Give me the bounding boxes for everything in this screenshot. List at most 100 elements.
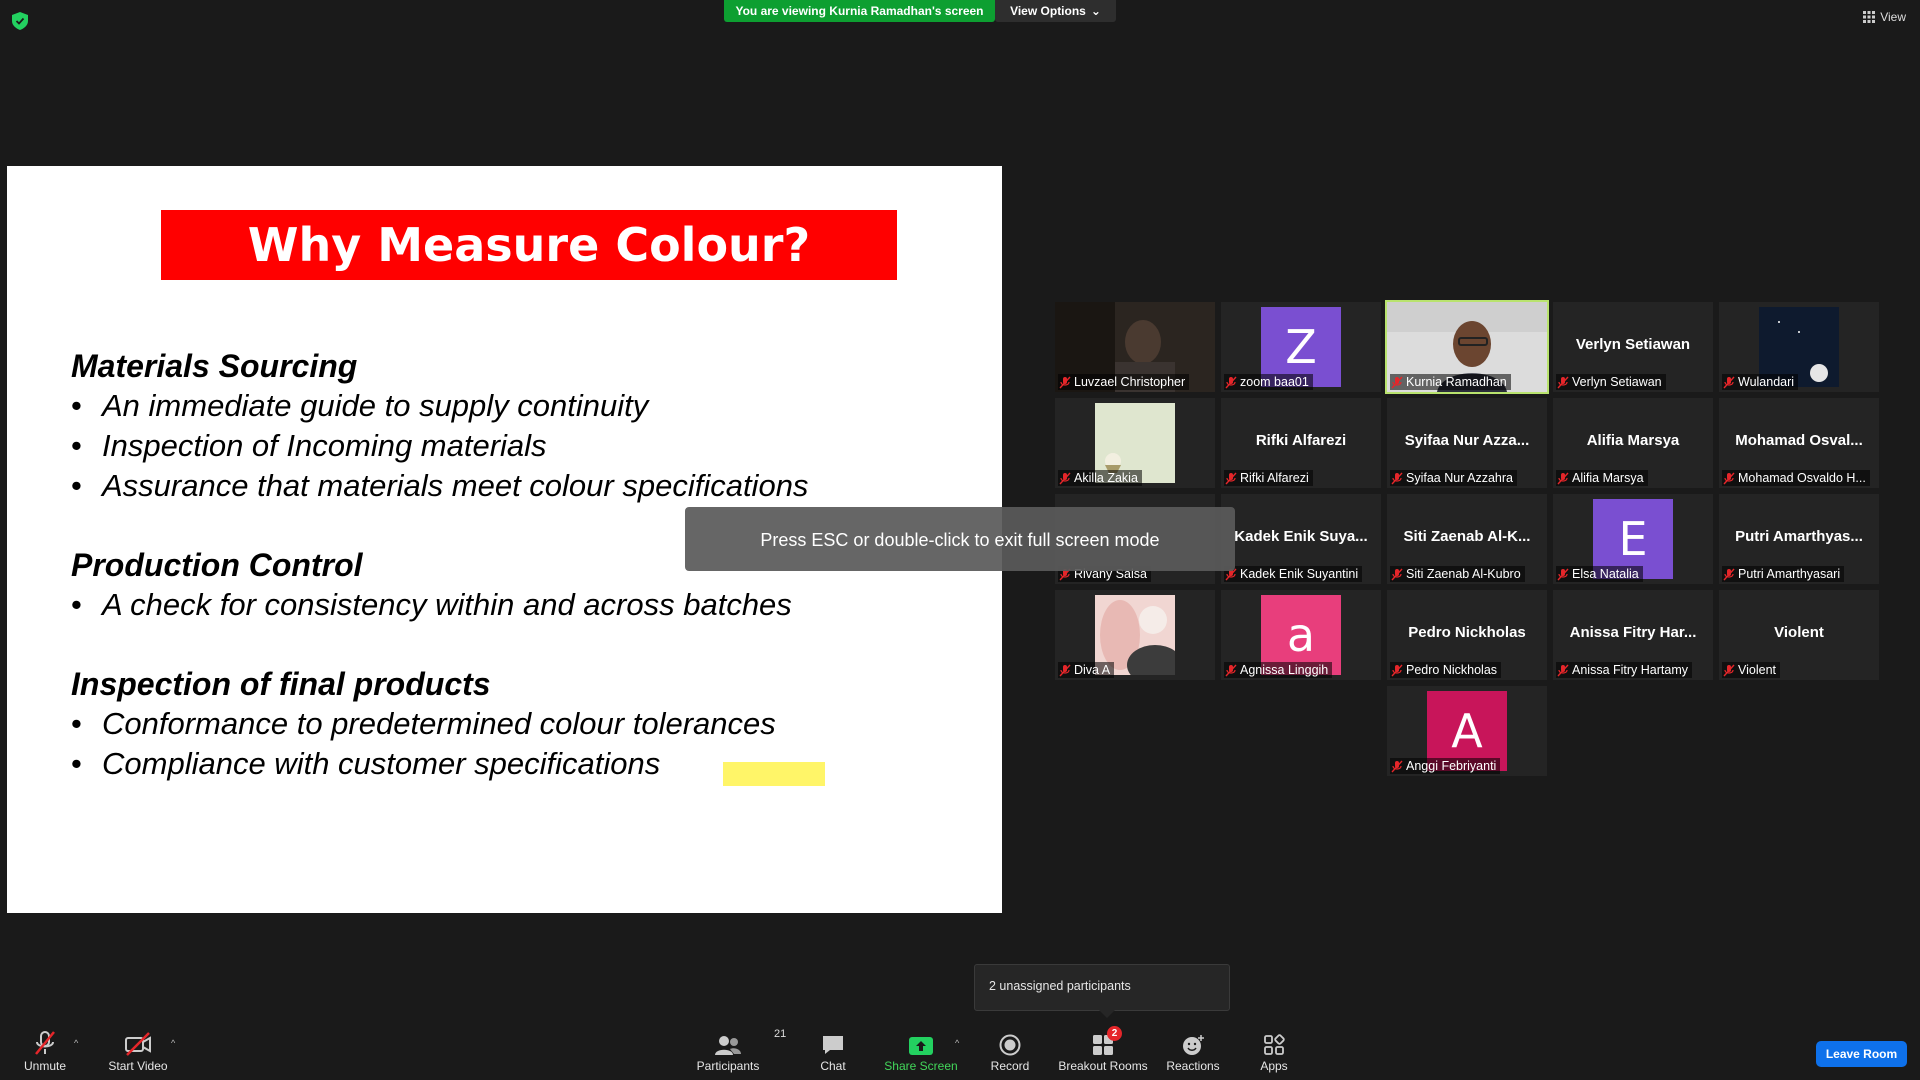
participant-name-label: Anggi Febriyanti bbox=[1390, 758, 1501, 774]
participant-tile[interactable]: Verlyn Setiawan Verlyn Setiawan bbox=[1553, 302, 1713, 392]
apps-label: Apps bbox=[1260, 1059, 1288, 1073]
share-options-caret-icon[interactable]: ^ bbox=[955, 1038, 959, 1048]
participant-tile[interactable]: Wulandari bbox=[1719, 302, 1879, 392]
apps-icon bbox=[1264, 1034, 1285, 1055]
start-video-label: Start Video bbox=[108, 1059, 168, 1073]
unmute-button[interactable]: Unmute bbox=[0, 1030, 90, 1073]
participant-name-label: zoom baa01 bbox=[1224, 374, 1313, 390]
mic-muted-icon bbox=[1391, 760, 1403, 772]
view-options-button[interactable]: View Options ⌄ bbox=[995, 0, 1116, 22]
breakout-rooms-label: Breakout Rooms bbox=[1058, 1059, 1148, 1073]
reactions-label: Reactions bbox=[1166, 1059, 1220, 1073]
participant-name: Luvzael Christopher bbox=[1074, 375, 1186, 389]
participant-tile[interactable]: A Anggi Febriyanti bbox=[1387, 686, 1547, 776]
mic-muted-icon bbox=[1557, 376, 1569, 388]
participant-tile[interactable]: E Elsa Natalia bbox=[1553, 494, 1713, 584]
participant-display-name: Putri Amarthyas... bbox=[1735, 528, 1863, 545]
bullet-item: Assurance that materials meet colour spe… bbox=[71, 466, 971, 506]
participant-name-label: Violent bbox=[1722, 662, 1780, 678]
encryption-shield-icon[interactable] bbox=[12, 12, 28, 30]
participant-tile[interactable]: Anissa Fitry Har... Anissa Fitry Hartamy bbox=[1553, 590, 1713, 680]
bullet-item: Inspection of Incoming materials bbox=[71, 426, 971, 466]
participant-display-name: Verlyn Setiawan bbox=[1575, 336, 1691, 353]
mic-muted-icon bbox=[1391, 664, 1403, 676]
participant-name: Agnissa Linggih bbox=[1240, 663, 1329, 677]
participant-name-label: Akilla Zakia bbox=[1058, 470, 1142, 486]
participant-tile[interactable]: Kadek Enik Suya... Kadek Enik Suyantini bbox=[1221, 494, 1381, 584]
participant-name: Akilla Zakia bbox=[1074, 471, 1138, 485]
participant-display-name: Syifaa Nur Azza... bbox=[1404, 432, 1530, 449]
bullet-item: Compliance with customer specifications bbox=[71, 744, 971, 784]
participant-display-name: Rifki Alfarezi bbox=[1255, 432, 1347, 449]
participant-name: Rifki Alfarezi bbox=[1240, 471, 1309, 485]
participant-display-name: Pedro Nickholas bbox=[1408, 624, 1526, 641]
participant-name: zoom baa01 bbox=[1240, 375, 1309, 389]
apps-button[interactable]: Apps bbox=[1229, 1030, 1319, 1073]
view-button[interactable]: View bbox=[1863, 10, 1906, 24]
breakout-rooms-button[interactable]: 2 Breakout Rooms bbox=[1058, 1026, 1148, 1073]
participant-tile[interactable]: Pedro Nickholas Pedro Nickholas bbox=[1387, 590, 1547, 680]
participant-tile[interactable]: Diva A bbox=[1055, 590, 1215, 680]
participant-tile[interactable]: Akilla Zakia bbox=[1055, 398, 1215, 488]
participant-name: Wulandari bbox=[1738, 375, 1795, 389]
participants-icon bbox=[715, 1036, 741, 1055]
participant-name: Anissa Fitry Hartamy bbox=[1572, 663, 1688, 677]
participant-name-label: Siti Zaenab Al-Kubro bbox=[1390, 566, 1525, 582]
mic-muted-icon bbox=[35, 1031, 55, 1055]
participant-tile[interactable]: Syifaa Nur Azza... Syifaa Nur Azzahra bbox=[1387, 398, 1547, 488]
breakout-badge: 2 bbox=[1107, 1026, 1122, 1041]
mic-muted-icon bbox=[1225, 472, 1237, 484]
mic-muted-icon bbox=[1557, 664, 1569, 676]
slide-title: Why Measure Colour? bbox=[161, 210, 897, 280]
mic-muted-icon bbox=[1391, 568, 1403, 580]
participant-tile[interactable]: Zzoom baa01 bbox=[1221, 302, 1381, 392]
participant-display-name: Anissa Fitry Har... bbox=[1569, 624, 1697, 641]
participant-display-name: Siti Zaenab Al-K... bbox=[1403, 528, 1531, 545]
participant-name-label: Syifaa Nur Azzahra bbox=[1390, 470, 1517, 486]
chat-button[interactable]: Chat bbox=[788, 1030, 878, 1073]
participant-tile[interactable]: a Agnissa Linggih bbox=[1221, 590, 1381, 680]
participant-name: Anggi Febriyanti bbox=[1406, 759, 1497, 773]
share-screen-button[interactable]: Share Screen bbox=[876, 1030, 966, 1073]
participant-name: Elsa Natalia bbox=[1572, 567, 1639, 581]
mic-muted-icon bbox=[1059, 472, 1071, 484]
meeting-toolbar: Unmute ^ Start Video ^ 21 Participants C… bbox=[0, 1020, 1920, 1080]
participants-count: 21 bbox=[774, 1028, 787, 1040]
video-off-icon bbox=[125, 1032, 151, 1056]
breakout-tooltip: 2 unassigned participants bbox=[974, 964, 1230, 1018]
participant-tile[interactable]: Putri Amarthyas... Putri Amarthyasari bbox=[1719, 494, 1879, 584]
participant-tile[interactable]: Siti Zaenab Al-K... Siti Zaenab Al-Kubro bbox=[1387, 494, 1547, 584]
participant-name: Putri Amarthyasari bbox=[1738, 567, 1841, 581]
participant-name-label: Diva A bbox=[1058, 662, 1115, 678]
video-options-caret-icon[interactable]: ^ bbox=[171, 1038, 175, 1048]
mic-muted-icon bbox=[1059, 664, 1071, 676]
start-video-button[interactable]: Start Video bbox=[93, 1030, 183, 1073]
chat-bubble-icon bbox=[823, 1036, 843, 1054]
participant-name: Kurnia Ramadhan bbox=[1406, 375, 1507, 389]
mic-muted-icon bbox=[1557, 472, 1569, 484]
mic-muted-icon bbox=[1225, 376, 1237, 388]
participant-name-label: Mohamad Osvaldo H... bbox=[1722, 470, 1870, 486]
participant-tile[interactable]: Alifia Marsya Alifia Marsya bbox=[1553, 398, 1713, 488]
mic-muted-icon bbox=[1723, 376, 1735, 388]
participant-tile[interactable]: Luvzael Christopher bbox=[1055, 302, 1215, 392]
participant-tile[interactable]: Kurnia Ramadhan bbox=[1385, 300, 1549, 394]
leave-room-button[interactable]: Leave Room bbox=[1816, 1041, 1907, 1067]
participant-name: Violent bbox=[1738, 663, 1776, 677]
participant-tile[interactable]: Violent Violent bbox=[1719, 590, 1879, 680]
participant-tile[interactable]: Mohamad Osval... Mohamad Osvaldo H... bbox=[1719, 398, 1879, 488]
audio-options-caret-icon[interactable]: ^ bbox=[74, 1038, 78, 1048]
participant-name: Kadek Enik Suyantini bbox=[1240, 567, 1359, 581]
record-button[interactable]: Record bbox=[965, 1030, 1055, 1073]
mic-muted-icon bbox=[1723, 664, 1735, 676]
participants-button[interactable]: 21 Participants bbox=[683, 1028, 787, 1073]
bullet-item: A check for consistency within and acros… bbox=[71, 585, 971, 625]
chat-label: Chat bbox=[820, 1059, 846, 1073]
mic-muted-icon bbox=[1723, 568, 1735, 580]
participant-display-name: Mohamad Osval... bbox=[1735, 432, 1863, 449]
participant-display-name: Violent bbox=[1774, 624, 1824, 641]
participant-name-label: Anissa Fitry Hartamy bbox=[1556, 662, 1692, 678]
reactions-button[interactable]: Reactions bbox=[1148, 1030, 1238, 1073]
view-label: View bbox=[1880, 10, 1906, 24]
participant-tile[interactable]: Rifki Alfarezi Rifki Alfarezi bbox=[1221, 398, 1381, 488]
